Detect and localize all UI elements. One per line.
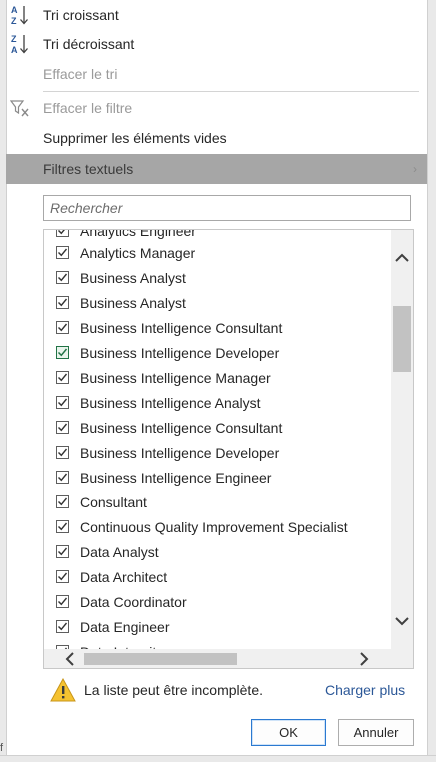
list-item-label: Business Intelligence Developer bbox=[80, 344, 280, 361]
remove-empty-item[interactable]: Supprimer les éléments vides bbox=[6, 123, 427, 153]
list-item-label: Business Intelligence Consultant bbox=[80, 419, 283, 436]
scroll-right-icon[interactable] bbox=[356, 651, 372, 667]
window-right-edge bbox=[427, 0, 436, 762]
search-box[interactable] bbox=[43, 195, 411, 221]
list-item[interactable]: Business Intelligence Developer bbox=[56, 340, 279, 365]
list-item[interactable]: Data Analyst bbox=[56, 539, 159, 564]
list-item[interactable]: Data Engineer bbox=[56, 614, 170, 639]
horizontal-scrollbar[interactable] bbox=[44, 649, 413, 668]
search-input[interactable] bbox=[44, 196, 410, 220]
list-item[interactable]: Business Analyst bbox=[56, 290, 186, 315]
checkbox[interactable] bbox=[56, 346, 69, 359]
vertical-scroll-thumb[interactable] bbox=[393, 306, 411, 372]
sort-ascending-item[interactable]: A Z Tri croissant bbox=[6, 0, 427, 30]
checkbox[interactable] bbox=[56, 321, 69, 334]
text-filters-item[interactable]: Filtres textuels › bbox=[6, 154, 427, 184]
list-item[interactable]: Business Intelligence Consultant bbox=[56, 315, 282, 340]
list-item-label: Business Intelligence Analyst bbox=[80, 394, 261, 411]
list-item-label: Data Coordinator bbox=[80, 593, 187, 610]
checkbox[interactable] bbox=[56, 396, 69, 409]
load-more-link[interactable]: Charger plus bbox=[325, 682, 405, 698]
list-item[interactable]: Consultant bbox=[56, 489, 147, 514]
svg-text:A: A bbox=[11, 45, 18, 55]
text-filters-label: Filtres textuels bbox=[43, 161, 134, 177]
submenu-arrow-icon: › bbox=[413, 162, 417, 176]
checkbox[interactable] bbox=[56, 271, 69, 284]
svg-text:A: A bbox=[11, 5, 18, 15]
list-item[interactable]: Data Architect bbox=[56, 564, 167, 589]
checkbox[interactable] bbox=[56, 620, 69, 633]
list-item-label: Business Intelligence Developer bbox=[80, 444, 280, 461]
list-item-label: Analytics Engineer bbox=[80, 229, 196, 239]
list-item-label: Business Intelligence Manager bbox=[80, 369, 271, 386]
scroll-down-icon[interactable] bbox=[394, 613, 410, 629]
svg-text:Z: Z bbox=[11, 16, 17, 26]
warning-triangle-icon bbox=[50, 677, 76, 702]
svg-text:Z: Z bbox=[11, 34, 17, 44]
list-item[interactable]: Continuous Quality Improvement Specialis… bbox=[56, 514, 348, 539]
checkbox[interactable] bbox=[56, 595, 69, 608]
sort-a-z-icon: A Z bbox=[10, 4, 30, 26]
list-item[interactable]: Business Intelligence Engineer bbox=[56, 465, 271, 490]
checkbox[interactable] bbox=[56, 421, 69, 434]
checkbox[interactable] bbox=[56, 545, 69, 558]
list-item-label: Business Intelligence Consultant bbox=[80, 319, 283, 336]
incomplete-list-warning: La liste peut être incomplète. bbox=[84, 682, 263, 698]
scroll-up-icon[interactable] bbox=[394, 250, 410, 266]
list-item-label: Business Intelligence Engineer bbox=[80, 469, 272, 486]
checkbox[interactable] bbox=[56, 296, 69, 309]
scroll-left-icon[interactable] bbox=[62, 651, 78, 667]
list-item-label: Business Analyst bbox=[80, 294, 186, 311]
vertical-scrollbar[interactable] bbox=[391, 230, 413, 650]
list-item[interactable]: Business Analyst bbox=[56, 265, 186, 290]
value-listbox: Analytics Engineer Analytics Manager Bus… bbox=[43, 229, 414, 669]
list-item[interactable]: Analytics Manager bbox=[56, 240, 195, 265]
window-bottom-edge bbox=[0, 755, 436, 762]
list-item[interactable]: Data Coordinator bbox=[56, 589, 187, 614]
sort-z-a-icon: Z A bbox=[10, 33, 30, 55]
sort-ascending-label: Tri croissant bbox=[43, 7, 119, 23]
edge-glyph: f bbox=[0, 742, 4, 754]
clear-filter-item[interactable]: Effacer le filtre bbox=[6, 93, 427, 123]
checkbox[interactable] bbox=[56, 495, 69, 508]
list-item-label: Analytics Manager bbox=[80, 244, 196, 261]
list-item-label: Data Analyst bbox=[80, 543, 159, 560]
checkbox[interactable] bbox=[56, 230, 69, 237]
clear-sort-item[interactable]: Effacer le tri bbox=[6, 59, 427, 89]
cancel-button[interactable]: Annuler bbox=[338, 719, 414, 746]
list-item[interactable]: Business Intelligence Consultant bbox=[56, 415, 282, 440]
checkbox[interactable] bbox=[56, 520, 69, 533]
list-item[interactable]: Business Intelligence Analyst bbox=[56, 390, 261, 415]
list-item[interactable]: Business Intelligence Manager bbox=[56, 365, 271, 390]
clear-sort-label: Effacer le tri bbox=[43, 66, 118, 82]
remove-empty-label: Supprimer les éléments vides bbox=[43, 130, 227, 146]
horizontal-scroll-thumb[interactable] bbox=[84, 653, 237, 665]
list-item-label: Continuous Quality Improvement Specialis… bbox=[80, 518, 348, 535]
sort-descending-item[interactable]: Z A Tri décroissant bbox=[6, 29, 427, 59]
checkbox[interactable] bbox=[56, 570, 69, 583]
list-item-label: Consultant bbox=[80, 493, 147, 510]
ok-button[interactable]: OK bbox=[251, 719, 326, 746]
checkbox[interactable] bbox=[56, 471, 69, 484]
list-item-label: Business Analyst bbox=[80, 269, 186, 286]
menu-separator bbox=[43, 91, 419, 92]
list-item[interactable]: Business Intelligence Developer bbox=[56, 440, 279, 465]
checkbox[interactable] bbox=[56, 246, 69, 259]
checkbox[interactable] bbox=[56, 446, 69, 459]
list-item-label: Data Engineer bbox=[80, 618, 170, 635]
clear-filter-label: Effacer le filtre bbox=[43, 100, 133, 116]
checkbox[interactable] bbox=[56, 371, 69, 384]
funnel-clear-icon bbox=[10, 97, 30, 119]
list-item-label: Data Architect bbox=[80, 568, 168, 585]
sort-descending-label: Tri décroissant bbox=[43, 36, 135, 52]
